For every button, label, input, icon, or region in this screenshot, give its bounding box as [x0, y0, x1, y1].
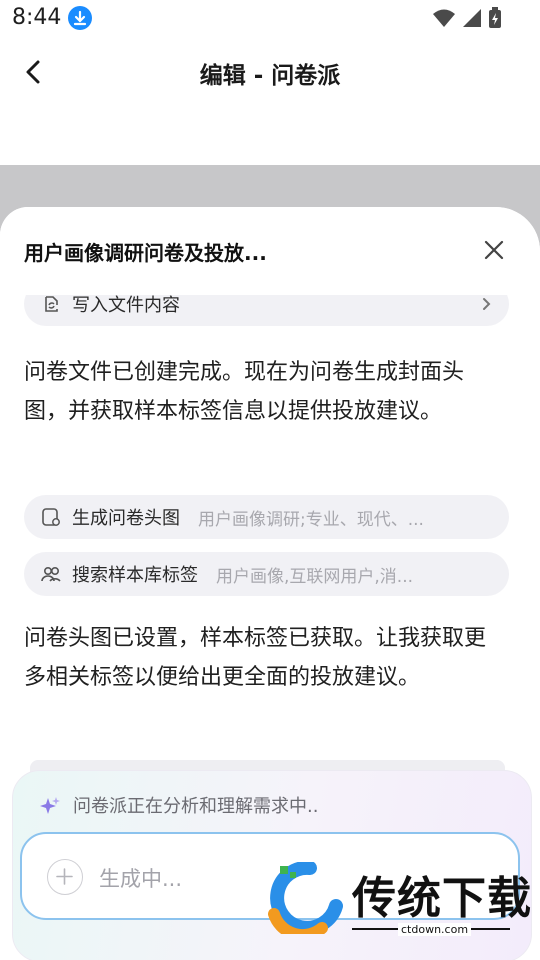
assistant-message: 问卷头图已设置，样本标签已获取。让我获取更多相关标签以便给出更全面的投放建议。	[24, 626, 487, 690]
sheet-header: 用户画像调研问卷及投放...	[0, 207, 540, 295]
page-title: 编辑 - 问卷派	[199, 63, 341, 89]
users-icon	[41, 567, 61, 582]
close-button[interactable]	[482, 238, 506, 262]
download-icon	[68, 6, 92, 30]
sparkle-icon	[40, 797, 60, 814]
step-search-tags[interactable]: 搜索样本库标签 用户画像,互联网用户,消...	[24, 552, 509, 596]
watermark-logo-icon	[268, 862, 343, 934]
wifi-icon	[433, 9, 455, 27]
progress-sheet: 写入文件内容 用户画像调研问卷及投放... 问卷文件已创建完成。现在为问卷生成封…	[0, 207, 540, 960]
add-button[interactable]	[47, 859, 83, 895]
signal-icon	[463, 9, 481, 27]
status-icons	[432, 7, 502, 29]
top-nav: 编辑 - 问卷派	[0, 40, 540, 106]
step-detail: 用户画像调研;专业、现代、...	[198, 509, 424, 530]
plus-icon	[56, 868, 73, 885]
image-gear-icon	[42, 508, 60, 526]
chevron-right-icon	[483, 298, 491, 310]
step-label: 生成问卷头图	[72, 508, 180, 529]
assistant-message: 问卷文件已创建完成。现在为问卷生成封面头图，并获取样本标签信息以提供投放建议。	[24, 360, 465, 424]
input-placeholder: 生成中...	[99, 867, 183, 891]
watermark-url: ctdown.com	[398, 923, 472, 936]
watermark-brand: 传统下载	[352, 873, 532, 924]
step-detail: 用户画像,互联网用户,消...	[216, 566, 414, 587]
status-bar: 8:44	[0, 0, 540, 38]
status-time: 8:44	[12, 5, 62, 30]
sheet-title: 用户画像调研问卷及投放...	[24, 241, 267, 265]
battery-icon	[489, 7, 501, 28]
close-icon	[484, 240, 504, 260]
step-generate-cover[interactable]: 生成问卷头图 用户画像调研;专业、现代、...	[24, 495, 509, 539]
step-label: 搜索样本库标签	[72, 565, 198, 586]
sync-document-icon	[45, 296, 58, 312]
analysis-status: 问卷派正在分析和理解需求中..	[73, 796, 319, 817]
